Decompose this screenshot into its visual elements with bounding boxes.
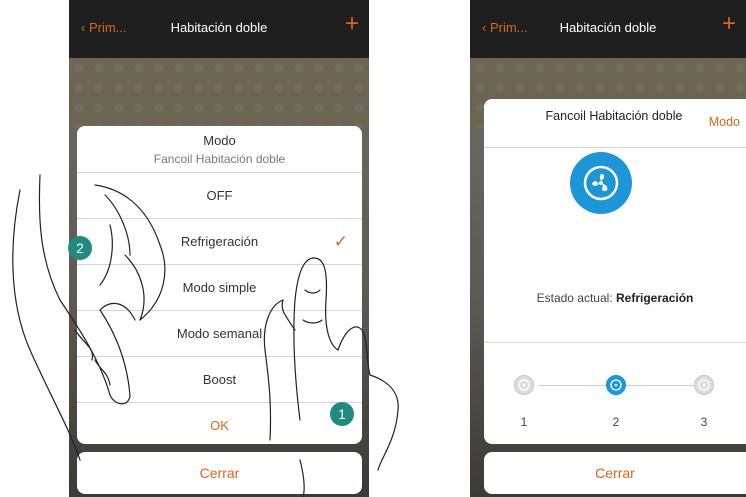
step-badge-1: 1: [330, 402, 354, 426]
step-badge-2: 2: [68, 236, 92, 260]
hand-illustrations: [12, 174, 399, 497]
